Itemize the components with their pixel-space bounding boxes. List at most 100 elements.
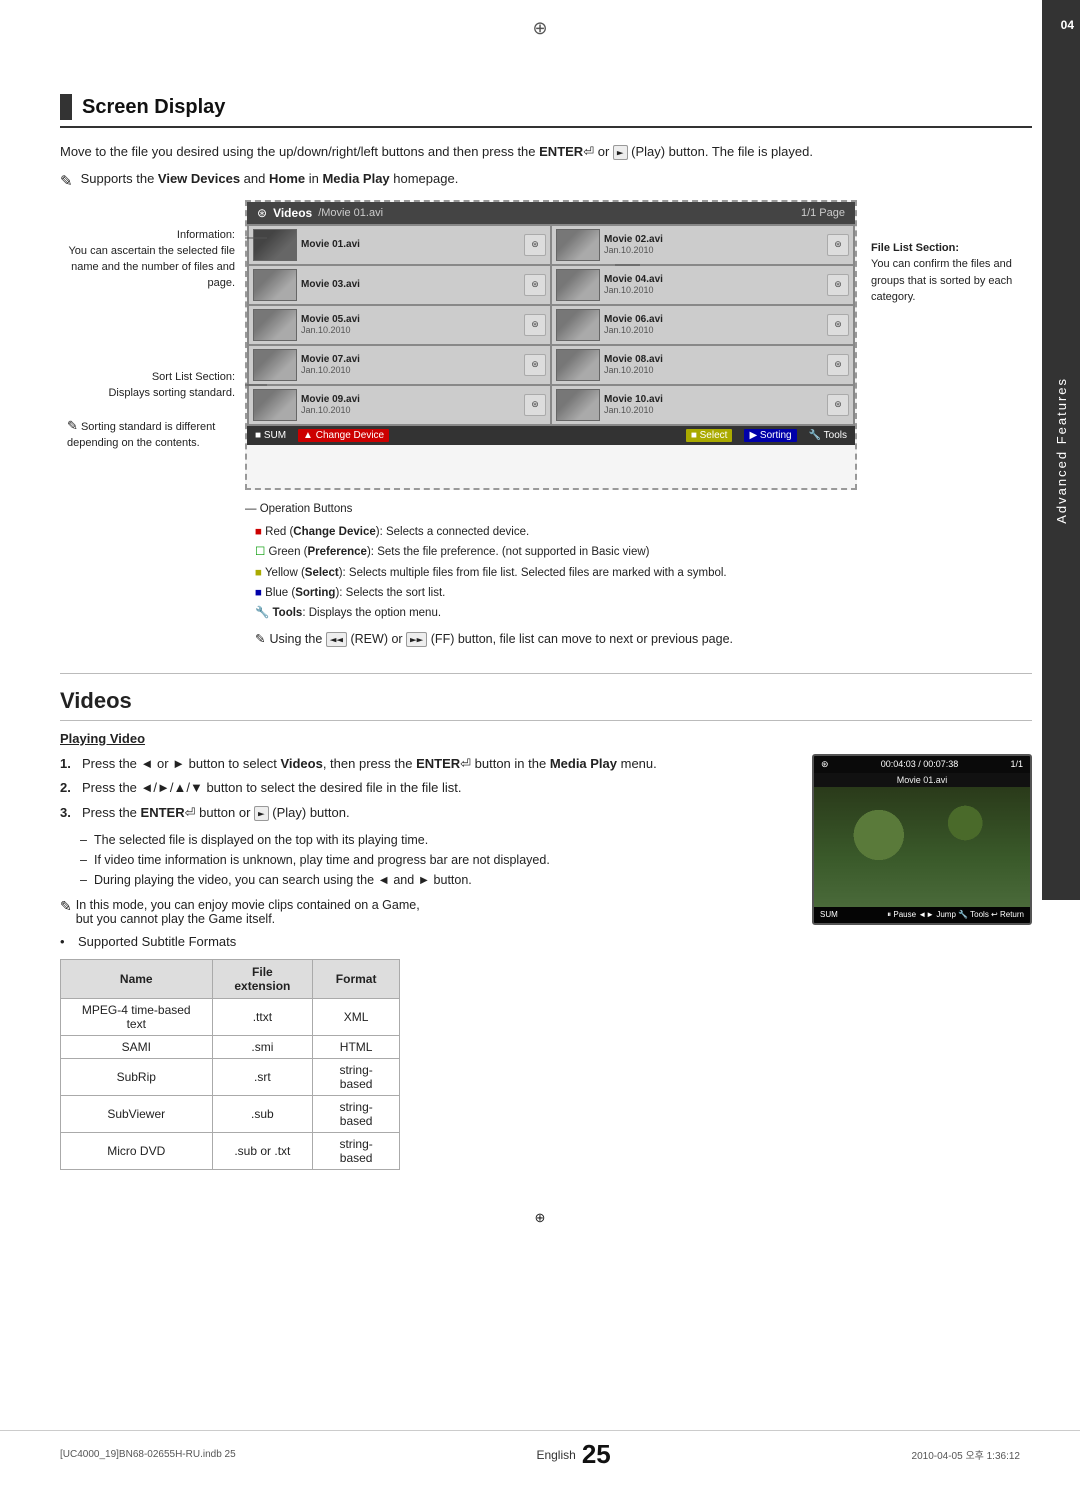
subtitle-bullet: • Supported Subtitle Formats — [60, 934, 792, 949]
btn-select: ■ Select — [686, 429, 733, 442]
screen-display-section-header: Screen Display — [60, 94, 1032, 128]
op-btn-tools: 🔧 Tools: Displays the option menu. — [255, 603, 1032, 623]
videos-text-col: 1. Press the ◄ or ► button to select Vid… — [60, 754, 792, 1181]
row5-name: Micro DVD — [61, 1133, 213, 1170]
video-name-4: Movie 04.avi — [604, 274, 823, 285]
video-date-2: Jan.10.2010 — [604, 245, 823, 255]
steps-list: 1. Press the ◄ or ► button to select Vid… — [60, 754, 792, 823]
table-header-row: Name File extension Format — [61, 960, 400, 999]
video-thumb-9 — [253, 389, 297, 421]
player-page: 1/1 — [1010, 759, 1023, 770]
info-detail: You can ascertain the selected file name… — [68, 245, 235, 289]
player-filename: Movie 01.avi — [814, 773, 1030, 787]
table-row: MPEG-4 time-based text .ttxt XML — [61, 999, 400, 1036]
step-num-1: 1. — [60, 754, 76, 774]
op-btn-red: ■ Red (Change Device): Selects a connect… — [255, 522, 1032, 542]
video-cell-9: Movie 09.avi Jan.10.2010 ⊛ — [249, 386, 550, 424]
video-icon-8: ⊛ — [827, 354, 849, 376]
player-controls: ⏸ Pause ◄► Jump 🔧 Tools ↩ Return — [887, 910, 1024, 920]
videos-title: Videos — [60, 688, 1032, 721]
operation-buttons-section: — Operation Buttons ■ Red (Change Device… — [245, 500, 1032, 651]
video-cell-10: Movie 10.avi Jan.10.2010 ⊛ — [552, 386, 853, 424]
video-thumb-2 — [556, 229, 600, 261]
row1-ext: .ttxt — [212, 999, 313, 1036]
video-info-7: Movie 07.avi Jan.10.2010 — [301, 354, 520, 375]
table-row: SubViewer .sub string-based — [61, 1096, 400, 1133]
video-info-9: Movie 09.avi Jan.10.2010 — [301, 394, 520, 415]
chapter-title: Advanced Features — [1054, 377, 1069, 524]
video-thumb-1 — [253, 229, 297, 261]
player-video-area — [814, 787, 1030, 907]
video-icon-4: ⊛ — [827, 274, 849, 296]
chapter-number: 04 — [1061, 18, 1074, 32]
row1-format: XML — [313, 999, 400, 1036]
row4-name: SubViewer — [61, 1096, 213, 1133]
video-name-1: Movie 01.avi — [301, 239, 520, 250]
reg-mark-top: ⊕ — [0, 0, 1080, 39]
btn-tools: 🔧 Tools — [809, 430, 847, 441]
video-cell-8: Movie 08.avi Jan.10.2010 ⊛ — [552, 346, 853, 384]
video-info-6: Movie 06.avi Jan.10.2010 — [604, 314, 823, 335]
screen-diagram-wrapper: Information: You can ascertain the selec… — [60, 200, 1032, 490]
col-ext: File extension — [212, 960, 313, 999]
video-icon-1: ⊛ — [524, 234, 546, 256]
col-name: Name — [61, 960, 213, 999]
btn-change-device: ▲ Change Device — [298, 429, 389, 442]
sort-note-text: ✎ Sorting standard is different dependin… — [67, 421, 215, 449]
player-giraffe-visual — [814, 787, 1030, 907]
row3-format: string-based — [313, 1059, 400, 1096]
page-footer: [UC4000_19]BN68-02655H-RU.indb 25 Englis… — [0, 1430, 1080, 1470]
video-name-5: Movie 05.avi — [301, 314, 520, 325]
subtitle-table: Name File extension Format MPEG-4 time-b… — [60, 959, 400, 1170]
row4-format: string-based — [313, 1096, 400, 1133]
video-date-4: Jan.10.2010 — [604, 285, 823, 295]
video-icon-3: ⊛ — [524, 274, 546, 296]
main-content: Screen Display Move to the file you desi… — [60, 39, 1032, 1180]
op-buttons-list: ■ Red (Change Device): Selects a connect… — [255, 522, 1032, 651]
video-header-page: 1/1 Page — [801, 207, 845, 219]
section-bar — [60, 94, 72, 120]
step-1: 1. Press the ◄ or ► button to select Vid… — [60, 754, 792, 774]
op-btn-green: ☐ Green (Preference): Sets the file pref… — [255, 542, 1032, 562]
video-thumb-6 — [556, 309, 600, 341]
pencil-icon: ✎ — [255, 629, 265, 651]
op-rew-ff-note: ✎ Using the ◄◄ (REW) or ►► (FF) button, … — [255, 629, 1032, 651]
dash-note-2: If video time information is unknown, pl… — [80, 850, 792, 870]
video-header-icon: ⊛ — [257, 206, 267, 220]
video-info-8: Movie 08.avi Jan.10.2010 — [604, 354, 823, 375]
screen-display-note: ✎ Supports the View Devices and Home in … — [60, 171, 1032, 190]
right-annotations: File List Section: You can confirm the f… — [857, 200, 1032, 490]
row1-name: MPEG-4 time-based text — [61, 999, 213, 1036]
video-cell-5: Movie 05.avi Jan.10.2010 ⊛ — [249, 306, 550, 344]
btn-sorting: ▶ Sorting — [744, 429, 796, 442]
mode-note-text: In this mode, you can enjoy movie clips … — [76, 898, 420, 926]
video-thumb-5 — [253, 309, 297, 341]
footer-left: [UC4000_19]BN68-02655H-RU.indb 25 — [60, 1449, 236, 1460]
op-btn-yellow: ■ Yellow (Select): Selects multiple file… — [255, 563, 1032, 583]
sort-note: ✎ Sorting standard is different dependin… — [63, 418, 243, 449]
page-number: 25 — [582, 1439, 611, 1470]
video-thumb-3 — [253, 269, 297, 301]
video-thumb-4 — [556, 269, 600, 301]
screen-display-intro: Move to the file you desired using the u… — [60, 142, 1032, 163]
page-number-box: English 25 — [536, 1439, 610, 1470]
video-icon-7: ⊛ — [524, 354, 546, 376]
dash-note-3: During playing the video, you can search… — [80, 870, 792, 890]
video-info-1: Movie 01.avi — [301, 239, 520, 250]
btn-sum: ■ SUM — [255, 430, 286, 441]
note-text: Supports the View Devices and Home in Me… — [81, 171, 459, 186]
left-annotations: Information: You can ascertain the selec… — [60, 200, 245, 490]
row5-format: string-based — [313, 1133, 400, 1170]
row4-ext: .sub — [212, 1096, 313, 1133]
op-title: — Operation Buttons — [245, 500, 1032, 520]
video-name-6: Movie 06.avi — [604, 314, 823, 325]
video-grid: Movie 01.avi ⊛ Movie 02.avi Jan.10.2010 — [247, 224, 855, 426]
row2-format: HTML — [313, 1036, 400, 1059]
step-text-2: Press the ◄/►/▲/▼ button to select the d… — [82, 778, 462, 798]
sort-label: Sort List Section: — [152, 371, 235, 383]
video-name-2: Movie 02.avi — [604, 234, 823, 245]
sort-annotation: Sort List Section: Displays sorting stan… — [70, 370, 235, 402]
video-info-2: Movie 02.avi Jan.10.2010 — [604, 234, 823, 255]
screen-diagram: ⊛ Videos /Movie 01.avi 1/1 Page Movie 01… — [245, 200, 857, 490]
video-name-9: Movie 09.avi — [301, 394, 520, 405]
